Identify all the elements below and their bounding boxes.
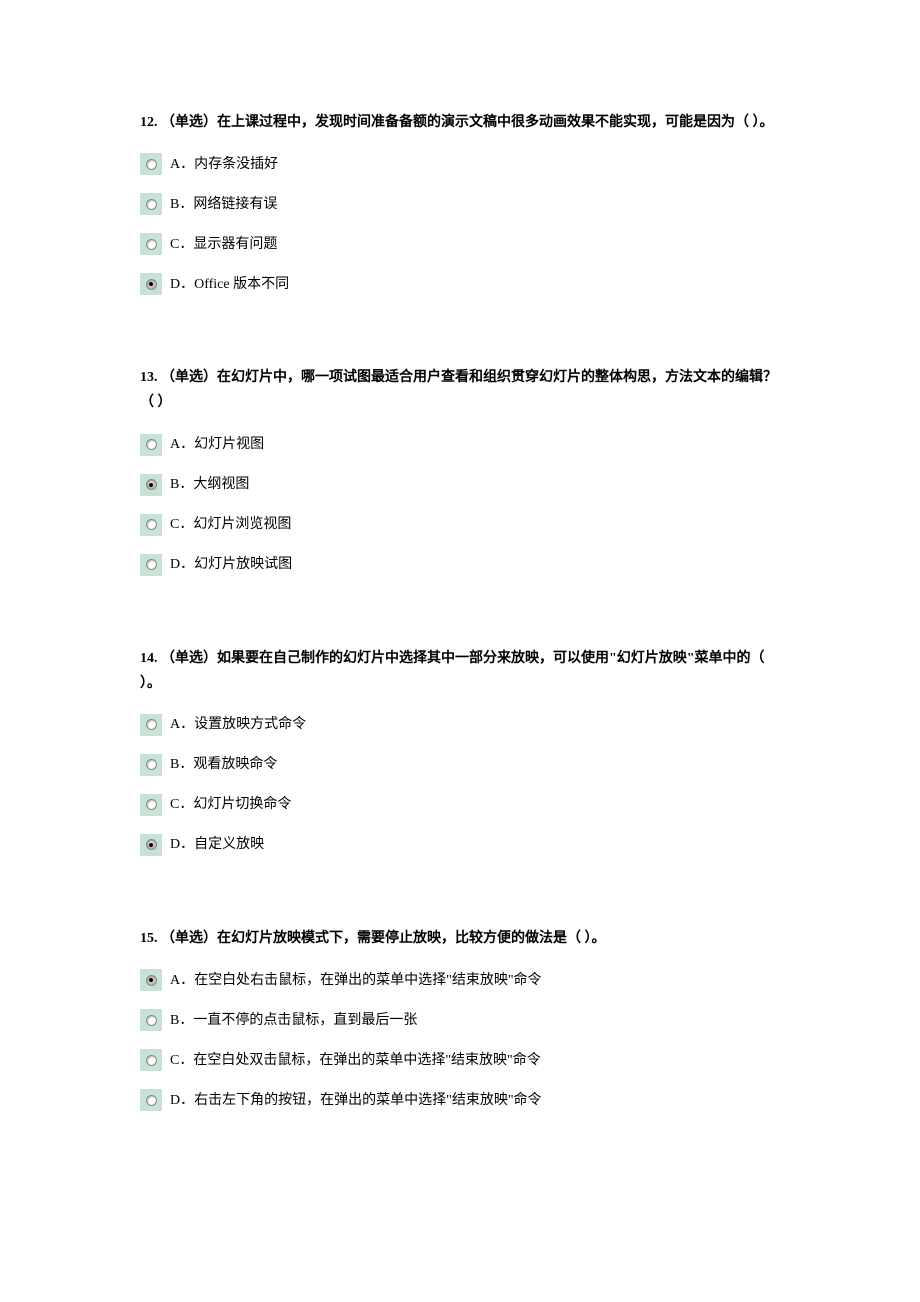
- radio-button[interactable]: [140, 834, 162, 856]
- option-row: B．网络链接有误: [140, 193, 780, 215]
- question-type: （单选）: [161, 370, 217, 385]
- option-label: D．自定义放映: [170, 835, 264, 856]
- radio-button[interactable]: [140, 754, 162, 776]
- option-row: A．在空白处右击鼠标，在弹出的菜单中选择"结束放映"命令: [140, 969, 780, 991]
- radio-unselected-icon: [146, 559, 157, 570]
- option-row: B．大纲视图: [140, 474, 780, 496]
- question-text: 12. （单选）在上课过程中，发现时间准备备额的演示文稿中很多动画效果不能实现，…: [140, 110, 780, 135]
- question-body: 如果要在自己制作的幻灯片中选择其中一部分来放映，可以使用"幻灯片放映"菜单中的（…: [140, 651, 765, 691]
- option-label: A．在空白处右击鼠标，在弹出的菜单中选择"结束放映"命令: [170, 971, 542, 992]
- radio-unselected-icon: [146, 519, 157, 530]
- radio-button[interactable]: [140, 969, 162, 991]
- option-label: D．Office 版本不同: [170, 275, 289, 296]
- option-label: C．幻灯片浏览视图: [170, 515, 291, 536]
- option-row: C．显示器有问题: [140, 233, 780, 255]
- option-label: A．幻灯片视图: [170, 435, 264, 456]
- question-body: 在幻灯片放映模式下，需要停止放映，比较方便的做法是（ ）。: [217, 931, 606, 946]
- question-block: 13. （单选）在幻灯片中，哪一项试图最适合用户查看和组织贯穿幻灯片的整体构思，…: [140, 365, 780, 575]
- option-row: A．幻灯片视图: [140, 434, 780, 456]
- question-number: 14.: [140, 651, 158, 666]
- radio-unselected-icon: [146, 719, 157, 730]
- radio-unselected-icon: [146, 439, 157, 450]
- option-label: C．幻灯片切换命令: [170, 795, 291, 816]
- radio-unselected-icon: [146, 1095, 157, 1106]
- option-row: D．幻灯片放映试图: [140, 554, 780, 576]
- radio-button[interactable]: [140, 1089, 162, 1111]
- option-row: D．右击左下角的按钮，在弹出的菜单中选择"结束放映"命令: [140, 1089, 780, 1111]
- radio-selected-icon: [146, 279, 157, 290]
- option-row: B．观看放映命令: [140, 754, 780, 776]
- option-label: B．观看放映命令: [170, 755, 277, 776]
- radio-button[interactable]: [140, 474, 162, 496]
- radio-unselected-icon: [146, 159, 157, 170]
- radio-button[interactable]: [140, 554, 162, 576]
- radio-selected-icon: [146, 975, 157, 986]
- question-number: 15.: [140, 931, 158, 946]
- radio-unselected-icon: [146, 239, 157, 250]
- radio-button[interactable]: [140, 153, 162, 175]
- option-label: A．设置放映方式命令: [170, 715, 306, 736]
- option-label: A．内存条没插好: [170, 155, 278, 176]
- radio-button[interactable]: [140, 1049, 162, 1071]
- option-label: D．幻灯片放映试图: [170, 555, 292, 576]
- question-block: 14. （单选）如果要在自己制作的幻灯片中选择其中一部分来放映，可以使用"幻灯片…: [140, 646, 780, 856]
- option-label: C．显示器有问题: [170, 235, 277, 256]
- question-type: （单选）: [161, 115, 217, 130]
- question-number: 12.: [140, 115, 158, 130]
- option-row: C．幻灯片浏览视图: [140, 514, 780, 536]
- option-row: B．一直不停的点击鼠标，直到最后一张: [140, 1009, 780, 1031]
- radio-unselected-icon: [146, 759, 157, 770]
- question-block: 15. （单选）在幻灯片放映模式下，需要停止放映，比较方便的做法是（ ）。 A．在…: [140, 926, 780, 1111]
- option-row: D．Office 版本不同: [140, 273, 780, 295]
- radio-unselected-icon: [146, 1055, 157, 1066]
- radio-button[interactable]: [140, 434, 162, 456]
- radio-button[interactable]: [140, 1009, 162, 1031]
- radio-selected-icon: [146, 839, 157, 850]
- radio-button[interactable]: [140, 514, 162, 536]
- question-type: （单选）: [161, 931, 217, 946]
- option-label: B．大纲视图: [170, 475, 249, 496]
- question-type: （单选）: [161, 651, 217, 666]
- option-row: D．自定义放映: [140, 834, 780, 856]
- radio-unselected-icon: [146, 1015, 157, 1026]
- radio-unselected-icon: [146, 199, 157, 210]
- option-label: C．在空白处双击鼠标，在弹出的菜单中选择"结束放映"命令: [170, 1051, 541, 1072]
- page-root: 12. （单选）在上课过程中，发现时间准备备额的演示文稿中很多动画效果不能实现，…: [0, 0, 920, 1241]
- question-block: 12. （单选）在上课过程中，发现时间准备备额的演示文稿中很多动画效果不能实现，…: [140, 110, 780, 295]
- option-label: D．右击左下角的按钮，在弹出的菜单中选择"结束放映"命令: [170, 1091, 542, 1112]
- radio-unselected-icon: [146, 799, 157, 810]
- question-body: 在上课过程中，发现时间准备备额的演示文稿中很多动画效果不能实现，可能是因为（ ）…: [217, 115, 774, 130]
- radio-button[interactable]: [140, 714, 162, 736]
- radio-button[interactable]: [140, 794, 162, 816]
- question-text: 14. （单选）如果要在自己制作的幻灯片中选择其中一部分来放映，可以使用"幻灯片…: [140, 646, 780, 696]
- radio-button[interactable]: [140, 273, 162, 295]
- option-label: B．网络链接有误: [170, 195, 277, 216]
- option-label: B．一直不停的点击鼠标，直到最后一张: [170, 1011, 417, 1032]
- question-text: 15. （单选）在幻灯片放映模式下，需要停止放映，比较方便的做法是（ ）。: [140, 926, 780, 951]
- option-row: C．在空白处双击鼠标，在弹出的菜单中选择"结束放映"命令: [140, 1049, 780, 1071]
- radio-button[interactable]: [140, 233, 162, 255]
- question-number: 13.: [140, 370, 158, 385]
- option-row: C．幻灯片切换命令: [140, 794, 780, 816]
- radio-selected-icon: [146, 479, 157, 490]
- question-text: 13. （单选）在幻灯片中，哪一项试图最适合用户查看和组织贯穿幻灯片的整体构思，…: [140, 365, 780, 415]
- option-row: A．内存条没插好: [140, 153, 780, 175]
- option-row: A．设置放映方式命令: [140, 714, 780, 736]
- question-body: 在幻灯片中，哪一项试图最适合用户查看和组织贯穿幻灯片的整体构思，方法文本的编辑？…: [140, 370, 777, 410]
- radio-button[interactable]: [140, 193, 162, 215]
